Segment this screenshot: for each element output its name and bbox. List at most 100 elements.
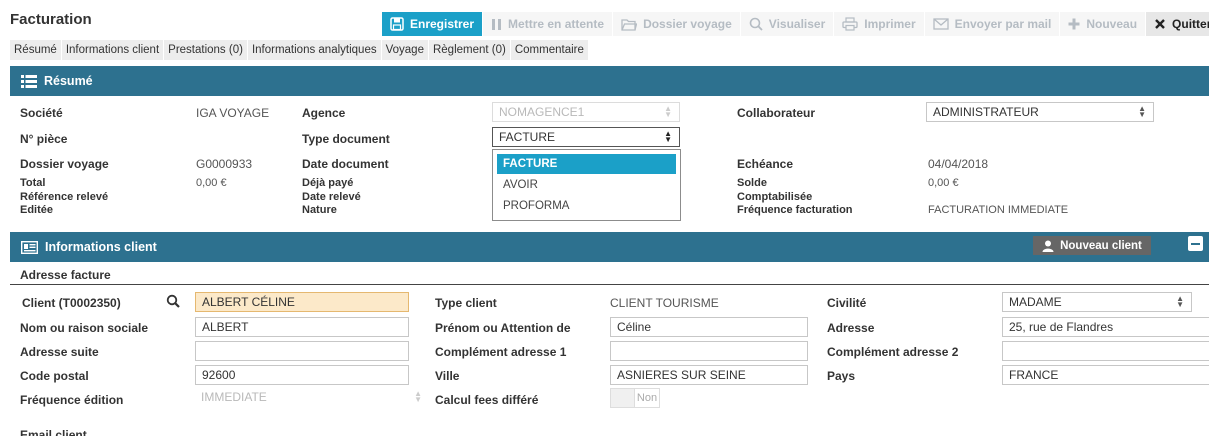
complement-1-field[interactable] — [610, 341, 808, 361]
adresse-suite-field[interactable] — [195, 341, 409, 361]
agence-label: Agence — [302, 106, 346, 120]
agence-select[interactable]: NOMAGENCE1 ▲ ▼ — [492, 102, 680, 122]
pays-label: Pays — [827, 369, 856, 383]
complement-1-label: Complément adresse 1 — [435, 345, 567, 359]
id-card-icon — [21, 240, 38, 254]
date-document-label: Date document — [302, 157, 389, 171]
solde-label: Solde — [737, 177, 767, 189]
close-icon — [1154, 18, 1166, 30]
total-value: 0,00 € — [196, 177, 227, 189]
page-title: Facturation — [10, 11, 92, 28]
quit-button[interactable]: Quitter — [1145, 12, 1209, 36]
save-button-label: Enregistrer — [410, 17, 475, 31]
print-button-label: Imprimer — [864, 17, 916, 31]
calcul-fees-toggle[interactable]: Non — [610, 388, 660, 408]
pause-icon — [491, 18, 502, 31]
client-section-title: Informations client — [45, 240, 157, 254]
view-button[interactable]: Visualiser — [739, 12, 834, 36]
type-client-label: Type client — [435, 296, 497, 310]
new-client-button-label: Nouveau client — [1060, 239, 1142, 252]
frequence-edition-select[interactable]: IMMEDIATE ▲ ▼ — [195, 388, 429, 408]
select-caret-icon: ▲ ▼ — [414, 389, 422, 404]
civilite-select[interactable]: MADAME ▲ ▼ — [1002, 292, 1192, 312]
tab-client-info[interactable]: Informations client — [61, 40, 165, 60]
client-field[interactable]: ALBERT CÉLINE — [195, 292, 409, 312]
adresse-facture-heading: Adresse facture — [20, 268, 111, 282]
dropdown-option-avoir[interactable]: AVOIR — [497, 175, 676, 195]
tab-analytics[interactable]: Informations analytiques — [247, 40, 382, 60]
frequence-edition-value: IMMEDIATE — [201, 390, 267, 404]
ville-field[interactable]: ASNIERES SUR SEINE — [610, 365, 808, 385]
printer-icon — [842, 17, 858, 31]
complement-2-field[interactable] — [1002, 341, 1209, 361]
folder-button[interactable]: Dossier voyage — [612, 12, 740, 36]
minus-icon — [1191, 242, 1200, 245]
total-label: Total — [20, 177, 46, 189]
ref-releve-label: Référence relevé — [20, 191, 109, 203]
toggle-knob — [611, 389, 635, 407]
type-document-dropdown: FACTURE AVOIR PROFORMA — [492, 149, 681, 221]
frequence-facturation-label: Fréquence facturation — [737, 204, 853, 216]
type-document-label: Type document — [302, 132, 390, 146]
type-document-select[interactable]: FACTURE ▲ ▼ — [492, 127, 680, 147]
date-releve-label: Date relevé — [302, 191, 361, 203]
ville-label: Ville — [435, 369, 460, 383]
code-postal-label: Code postal — [20, 369, 89, 383]
select-caret-icon: ▲ ▼ — [664, 129, 672, 144]
client-search-icon[interactable] — [166, 294, 180, 311]
editee-label: Editée — [20, 204, 54, 216]
collaborateur-select-value: ADMINISTRATEUR — [933, 105, 1039, 119]
solde-value: 0,00 € — [928, 177, 959, 189]
list-icon — [21, 74, 37, 88]
agence-select-value: NOMAGENCE1 — [499, 105, 585, 119]
tab-prestations[interactable]: Prestations (0) — [164, 40, 248, 60]
tab-voyage[interactable]: Voyage — [381, 40, 429, 60]
collaborateur-label: Collaborateur — [737, 106, 816, 120]
new-button-label: Nouveau — [1086, 17, 1138, 31]
adresse-field[interactable]: 25, rue de Flandres — [1002, 317, 1209, 337]
view-button-label: Visualiser — [768, 17, 826, 31]
type-document-select-value: FACTURE — [499, 130, 556, 144]
divider — [10, 284, 1209, 285]
prenom-label: Prénom ou Attention de — [435, 321, 571, 335]
quit-button-label: Quitter — [1172, 17, 1209, 31]
pays-field[interactable]: FRANCE — [1002, 365, 1209, 385]
collapse-button[interactable] — [1188, 236, 1203, 251]
calcul-fees-value: Non — [636, 392, 658, 404]
societe-value: IGA VOYAGE — [196, 106, 270, 120]
tab-commentaire[interactable]: Commentaire — [510, 40, 589, 60]
adresse-label: Adresse — [827, 321, 875, 335]
echeance-value: 04/04/2018 — [928, 157, 989, 171]
client-label: Client (T0002350) — [22, 296, 121, 310]
print-button[interactable]: Imprimer — [833, 12, 924, 36]
nom-field[interactable]: ALBERT — [195, 317, 409, 337]
hold-button[interactable]: Mettre en attente — [482, 12, 613, 36]
mail-button-label: Envoyer par mail — [954, 17, 1052, 31]
search-icon — [749, 17, 763, 31]
collaborateur-select[interactable]: ADMINISTRATEUR ▲ ▼ — [926, 102, 1154, 122]
new-client-button[interactable]: Nouveau client — [1033, 236, 1151, 255]
client-section-header: Informations client — [10, 232, 1209, 262]
dropdown-option-facture[interactable]: FACTURE — [497, 154, 676, 174]
frequence-edition-label: Fréquence édition — [20, 393, 124, 407]
dossier-label: Dossier voyage — [20, 157, 109, 171]
civilite-select-value: MADAME — [1009, 295, 1062, 309]
tab-resume[interactable]: Résumé — [10, 40, 62, 60]
user-icon — [1042, 240, 1054, 252]
prenom-field[interactable]: Céline — [610, 317, 808, 337]
select-caret-icon: ▲ ▼ — [1138, 104, 1146, 119]
resume-section-title: Résumé — [44, 74, 93, 88]
tab-reglement[interactable]: Règlement (0) — [428, 40, 511, 60]
new-button[interactable]: Nouveau — [1059, 12, 1146, 36]
dossier-value: G0000933 — [196, 157, 253, 171]
deja-paye-label: Déjà payé — [302, 177, 354, 189]
folder-button-label: Dossier voyage — [643, 17, 732, 31]
mail-button[interactable]: Envoyer par mail — [923, 12, 1060, 36]
dropdown-option-proforma[interactable]: PROFORMA — [497, 196, 676, 216]
folder-icon — [621, 18, 638, 31]
societe-label: Société — [20, 106, 63, 120]
frequence-facturation-value: FACTURATION IMMEDIATE — [928, 204, 1069, 216]
save-button[interactable]: Enregistrer — [381, 12, 483, 36]
adresse-suite-label: Adresse suite — [20, 345, 99, 359]
code-postal-field[interactable]: 92600 — [195, 365, 409, 385]
